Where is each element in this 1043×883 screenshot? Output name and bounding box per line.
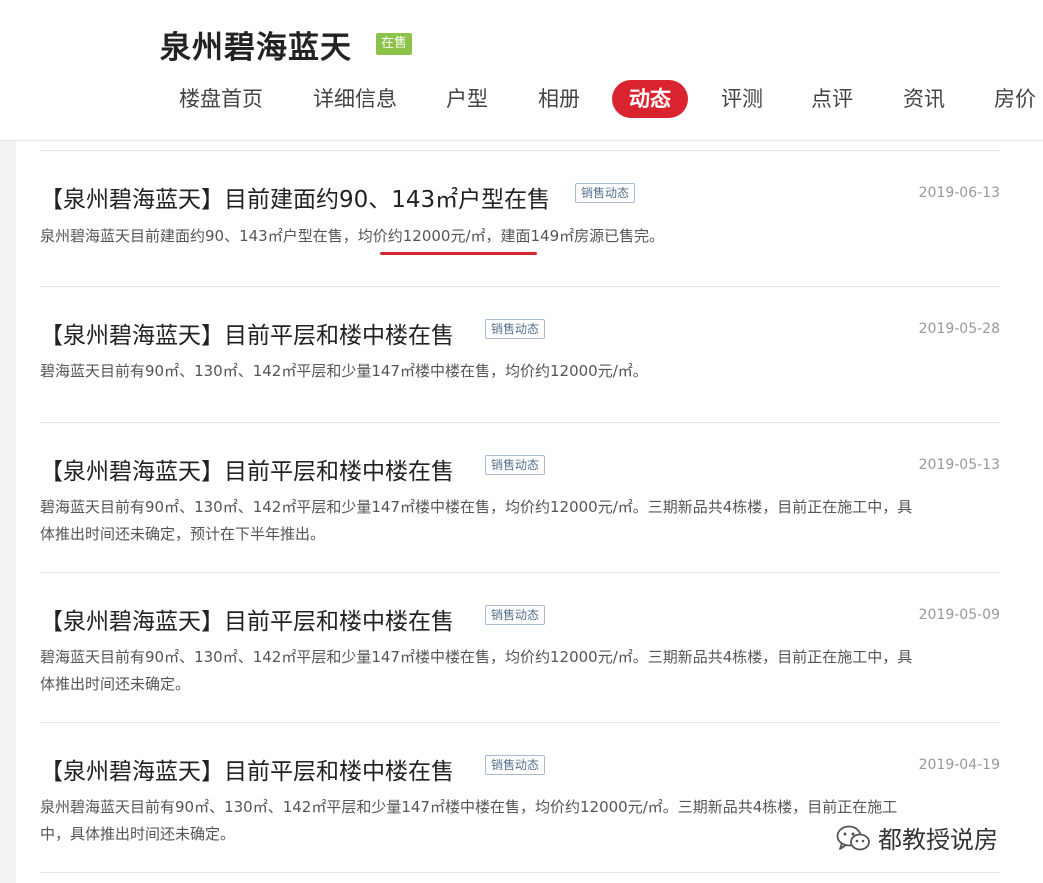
post-summary-line: 泉州碧海蓝天目前有90㎡、130㎡、142㎡平层和少量147㎡楼中楼在售，均价约… (40, 798, 898, 816)
post-summary-line: 碧海蓝天目前有90㎡、130㎡、142㎡平层和少量147㎡楼中楼在售，均价约12… (40, 648, 913, 666)
post-summary-text: ，建面149㎡房源已售完。 (485, 227, 665, 245)
nav-bar: 楼盘首页 详细信息 户型 相册 动态 评测 点评 资讯 房价 (0, 78, 1043, 122)
post-summary-line: 体推出时间还未确定，预计在下半年推出。 (40, 525, 326, 543)
post-tag[interactable]: 销售动态 (485, 605, 546, 625)
wechat-icon (836, 825, 870, 851)
tab-details[interactable]: 详细信息 (313, 80, 397, 118)
tab-prices[interactable]: 房价 (994, 80, 1036, 118)
tab-info[interactable]: 资讯 (903, 80, 945, 118)
post-title[interactable]: 【泉州碧海蓝天】目前平层和楼中楼在售 (40, 602, 454, 636)
list-item: 【泉州碧海蓝天】目前平层和楼中楼在售 销售动态 2019-05-09 碧海蓝天目… (40, 572, 1000, 723)
post-summary: 碧海蓝天目前有90㎡、130㎡、142㎡平层和少量147㎡楼中楼在售，均价约12… (40, 644, 1000, 698)
post-title[interactable]: 【泉州碧海蓝天】目前平层和楼中楼在售 (40, 752, 454, 786)
tab-comments[interactable]: 点评 (811, 80, 853, 118)
post-summary-text: 泉州碧海蓝天目前建面约90、143㎡户型在售， (40, 227, 358, 245)
post-summary: 碧海蓝天目前有90㎡、130㎡、142㎡平层和少量147㎡楼中楼在售，均价约12… (40, 494, 1000, 548)
list-item: 【泉州碧海蓝天】目前建面约90、143㎡户型在售 销售动态 2019-06-13… (40, 150, 1000, 287)
post-tag[interactable]: 销售动态 (485, 755, 546, 775)
post-tag[interactable]: 销售动态 (485, 319, 546, 339)
post-date: 2019-05-13 (918, 457, 1000, 473)
project-title: 泉州碧海蓝天 (160, 30, 352, 66)
watermark-text: 都教授说房 (878, 826, 998, 854)
list-divider (40, 872, 1000, 883)
post-date: 2019-05-09 (918, 607, 1000, 623)
tab-news[interactable]: 动态 (612, 80, 688, 118)
post-title[interactable]: 【泉州碧海蓝天】目前平层和楼中楼在售 (40, 316, 454, 350)
post-summary: 碧海蓝天目前有90㎡、130㎡、142㎡平层和少量147㎡楼中楼在售，均价约12… (40, 362, 648, 380)
post-date: 2019-05-28 (918, 321, 1000, 337)
tab-home[interactable]: 楼盘首页 (179, 80, 263, 118)
tab-review[interactable]: 评测 (721, 80, 763, 118)
post-title[interactable]: 【泉州碧海蓝天】目前平层和楼中楼在售 (40, 452, 454, 486)
highlighted-price: 均价约12000元/㎡ (357, 227, 486, 245)
post-date: 2019-04-19 (918, 757, 1000, 773)
post-tag[interactable]: 销售动态 (485, 455, 546, 475)
list-item: 【泉州碧海蓝天】目前平层和楼中楼在售 销售动态 2019-05-28 碧海蓝天目… (40, 286, 1000, 423)
post-summary-line: 体推出时间还未确定。 (40, 675, 191, 693)
post-date: 2019-06-13 (918, 185, 1000, 201)
tab-album[interactable]: 相册 (538, 80, 580, 118)
post-title[interactable]: 【泉州碧海蓝天】目前建面约90、143㎡户型在售 (40, 180, 550, 214)
news-list: 【泉州碧海蓝天】目前建面约90、143㎡户型在售 销售动态 2019-06-13… (16, 141, 1043, 883)
page-header: 泉州碧海蓝天 在售 楼盘首页 详细信息 户型 相册 动态 评测 点评 资讯 房价 (0, 0, 1043, 141)
post-tag[interactable]: 销售动态 (575, 183, 636, 203)
status-badge: 在售 (376, 33, 413, 55)
post-summary-line: 碧海蓝天目前有90㎡、130㎡、142㎡平层和少量147㎡楼中楼在售，均价约12… (40, 498, 913, 516)
post-summary: 泉州碧海蓝天目前建面约90、143㎡户型在售，均价约12000元/㎡，建面149… (40, 223, 1000, 250)
list-item: 【泉州碧海蓝天】目前平层和楼中楼在售 销售动态 2019-05-13 碧海蓝天目… (40, 422, 1000, 573)
tab-floorplans[interactable]: 户型 (446, 80, 488, 118)
red-underline-mark (380, 252, 537, 255)
